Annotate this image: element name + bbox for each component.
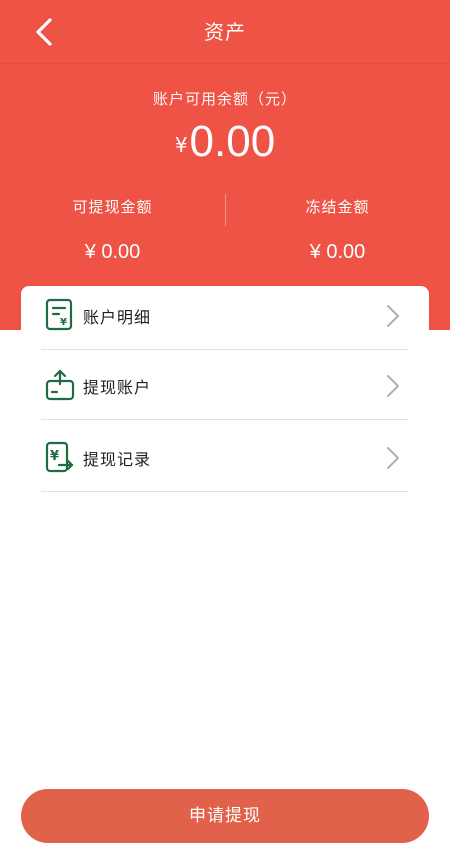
withdrawable-label: 可提现金额 xyxy=(72,198,153,216)
bill-detail-icon: ¥ xyxy=(45,298,73,331)
chevron-right-icon xyxy=(387,375,399,397)
menu-card: ¥ 账户明细 提现账户 ¥ 提现记录 xyxy=(21,286,429,806)
menu-item-account-detail[interactable]: ¥ 账户明细 xyxy=(41,286,408,350)
withdraw-record-icon: ¥ xyxy=(45,441,74,473)
svg-text:¥: ¥ xyxy=(60,317,67,328)
menu-item-withdraw-account[interactable]: 提现账户 xyxy=(41,356,408,420)
currency-symbol: ¥ xyxy=(174,133,188,157)
menu-item-withdraw-record[interactable]: ¥ 提现记录 xyxy=(41,428,408,492)
menu-item-label: 提现账户 xyxy=(83,378,152,397)
page-title: 资产 xyxy=(204,20,246,44)
withdrawable-value: ¥ 0.00 xyxy=(84,241,141,263)
frozen-stat: 冻结金额 ¥ 0.00 xyxy=(225,196,450,264)
balance-label: 账户可用余额（元） xyxy=(152,90,297,108)
frozen-value: ¥ 0.00 xyxy=(309,241,366,263)
chevron-right-icon xyxy=(387,447,399,469)
balance-amount: ¥0.00 xyxy=(0,114,450,179)
svg-text:¥: ¥ xyxy=(50,449,59,464)
menu-item-label: 账户明细 xyxy=(83,308,152,327)
menu-item-label: 提现记录 xyxy=(83,450,152,469)
navbar: 资产 xyxy=(0,0,450,64)
wallet-upload-icon xyxy=(45,369,75,401)
apply-withdraw-button[interactable]: 申请提现 xyxy=(21,789,429,843)
balance-value: 0.00 xyxy=(189,117,276,166)
withdrawable-stat: 可提现金额 ¥ 0.00 xyxy=(0,196,225,264)
chevron-right-icon xyxy=(387,305,399,327)
frozen-label: 冻结金额 xyxy=(305,198,370,216)
